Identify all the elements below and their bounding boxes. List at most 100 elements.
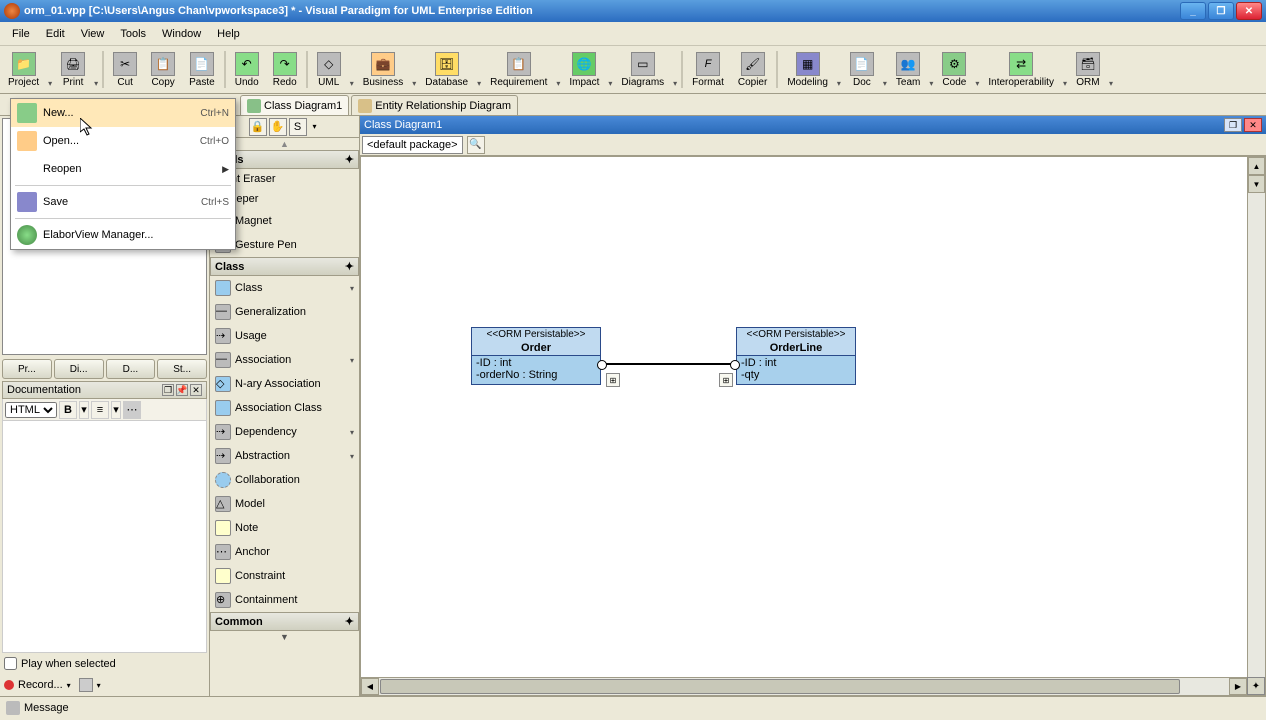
- menu-item-elaborview[interactable]: ElaborView Manager...: [11, 221, 235, 249]
- palette-anchor[interactable]: ⋯Anchor: [210, 540, 359, 564]
- menu-view[interactable]: View: [73, 25, 113, 43]
- toolbar-code[interactable]: ⚙Code: [935, 47, 973, 92]
- diagram-canvas[interactable]: <<ORM Persistable>> Order -ID : int -ord…: [360, 156, 1266, 696]
- canvas-scrollbar-horizontal[interactable]: ◀ ▶: [361, 677, 1247, 695]
- scroll-left-icon[interactable]: ◀: [361, 678, 379, 695]
- minimize-button[interactable]: _: [1180, 2, 1206, 20]
- palette-lock-icon[interactable]: 🔒: [249, 118, 267, 136]
- documentation-editor[interactable]: [2, 421, 207, 653]
- palette-association[interactable]: —Association▾: [210, 348, 359, 372]
- toolbar-interoperability[interactable]: ⇄Interoperability: [981, 47, 1061, 92]
- palette-model[interactable]: △Model: [210, 492, 359, 516]
- menu-window[interactable]: Window: [154, 25, 209, 43]
- association-line[interactable]: [601, 363, 736, 365]
- palette-hand-icon[interactable]: ✋: [269, 118, 287, 136]
- toolbar-business[interactable]: 💼Business: [356, 47, 411, 92]
- bold-dropdown[interactable]: ▾: [79, 401, 89, 419]
- toolbar-modeling[interactable]: ▦Modeling: [780, 47, 835, 92]
- toolbar-team[interactable]: 👥Team: [889, 47, 927, 92]
- menu-tools[interactable]: Tools: [112, 25, 154, 43]
- menu-item-save[interactable]: Save Ctrl+S: [11, 188, 235, 216]
- doc-close-icon[interactable]: ✕: [190, 384, 202, 396]
- palette-collaboration[interactable]: Collaboration: [210, 468, 359, 492]
- palette-abstraction[interactable]: ⇢Abstraction▾: [210, 444, 359, 468]
- palette-s-dropdown[interactable]: ▾: [308, 122, 322, 131]
- canvas-search-icon[interactable]: 🔍: [467, 136, 485, 154]
- menu-help[interactable]: Help: [209, 25, 248, 43]
- palette-note[interactable]: Note: [210, 516, 359, 540]
- toolbar-paste[interactable]: 📄Paste: [182, 47, 222, 92]
- menu-item-reopen[interactable]: Reopen ▶: [11, 155, 235, 183]
- palette-group-class[interactable]: Class✦: [210, 257, 359, 276]
- toolbar-uml[interactable]: ◇UML: [310, 47, 348, 92]
- package-selector[interactable]: <default package>: [362, 136, 463, 154]
- record-options-dropdown[interactable]: ▾: [97, 681, 101, 690]
- uml-class-order[interactable]: <<ORM Persistable>> Order -ID : int -ord…: [471, 327, 601, 385]
- toolbar-database[interactable]: 🗄Database: [418, 47, 475, 92]
- palette-s-icon[interactable]: S: [289, 118, 307, 136]
- menu-item-new[interactable]: New... Ctrl+N: [11, 99, 235, 127]
- scroll-down-icon[interactable]: ▼: [1248, 175, 1265, 193]
- palette-group-common[interactable]: Common✦: [210, 612, 359, 631]
- record-options-icon[interactable]: [79, 678, 93, 692]
- uml-class-orderline[interactable]: <<ORM Persistable>> OrderLine -ID : int …: [736, 327, 856, 385]
- doc-pin-icon[interactable]: 📌: [176, 384, 188, 396]
- canvas-close-icon[interactable]: ✕: [1244, 118, 1262, 132]
- scroll-right-icon[interactable]: ▶: [1229, 678, 1247, 695]
- tab-er-diagram[interactable]: Entity Relationship Diagram: [351, 95, 518, 115]
- tab-pr[interactable]: Pr...: [2, 359, 52, 379]
- toolbar-orm[interactable]: 🗃ORM: [1069, 47, 1107, 92]
- palette-association-class[interactable]: Association Class: [210, 396, 359, 420]
- palette-scroll-down[interactable]: ▼: [210, 631, 359, 643]
- align-dropdown[interactable]: ▾: [111, 401, 121, 419]
- toolbar-cut[interactable]: ✂Cut: [106, 47, 144, 92]
- bold-button[interactable]: B: [59, 401, 77, 419]
- canvas-scrollbar-vertical[interactable]: ▲ ▼: [1247, 157, 1265, 677]
- toolbar-copier[interactable]: 🖌Copier: [731, 47, 774, 92]
- scroll-up-icon[interactable]: ▲: [1248, 157, 1265, 175]
- tab-di[interactable]: Di...: [54, 359, 104, 379]
- association-role-left[interactable]: ⊞: [606, 373, 620, 387]
- palette-constraint[interactable]: Constraint: [210, 564, 359, 588]
- menu-item-open[interactable]: Open... Ctrl+O: [11, 127, 235, 155]
- canvas-resize-grip[interactable]: ✦: [1247, 677, 1265, 695]
- toolbar-project[interactable]: 📁Project: [1, 47, 46, 92]
- canvas-restore-icon[interactable]: ❐: [1224, 118, 1242, 132]
- record-label[interactable]: Record...: [18, 679, 63, 691]
- menu-file[interactable]: File: [4, 25, 38, 43]
- doc-more-button[interactable]: ⋯: [123, 401, 141, 419]
- palette-class[interactable]: Class▾: [210, 276, 359, 300]
- close-button[interactable]: ✕: [1236, 2, 1262, 20]
- palette-containment[interactable]: ⊕Containment: [210, 588, 359, 612]
- doc-format-select[interactable]: HTML: [5, 402, 57, 418]
- play-checkbox[interactable]: [4, 657, 17, 670]
- palette-nary-association[interactable]: ◇N-ary Association: [210, 372, 359, 396]
- tab-st[interactable]: St...: [157, 359, 207, 379]
- expand-icon: ✦: [345, 260, 354, 273]
- palette-dependency[interactable]: ⇢Dependency▾: [210, 420, 359, 444]
- status-message[interactable]: Message: [24, 702, 69, 714]
- association-role-right[interactable]: ⊞: [719, 373, 733, 387]
- toolbar-undo[interactable]: ↶Undo: [228, 47, 266, 92]
- palette-usage[interactable]: ⇢Usage: [210, 324, 359, 348]
- toolbar-doc[interactable]: 📄Doc: [843, 47, 881, 92]
- toolbar-project-dropdown[interactable]: ▾: [46, 47, 54, 92]
- toolbar-diagrams[interactable]: ▭Diagrams: [614, 47, 671, 92]
- align-button[interactable]: ≡: [91, 401, 109, 419]
- maximize-button[interactable]: ❐: [1208, 2, 1234, 20]
- scroll-thumb[interactable]: [380, 679, 1180, 694]
- toolbar-copy[interactable]: 📋Copy: [144, 47, 182, 92]
- record-dropdown[interactable]: ▾: [67, 681, 71, 690]
- palette-generalization[interactable]: —Generalization: [210, 300, 359, 324]
- toolbar-print[interactable]: 🖨Print: [54, 47, 92, 92]
- toolbar-requirement[interactable]: 📋Requirement: [483, 47, 554, 92]
- toolbar-print-dropdown[interactable]: ▾: [92, 47, 100, 92]
- collaboration-icon: [215, 472, 231, 488]
- toolbar-redo[interactable]: ↷Redo: [266, 47, 304, 92]
- toolbar-format[interactable]: FFormat: [685, 47, 731, 92]
- tab-class-diagram[interactable]: Class Diagram1: [240, 95, 349, 115]
- toolbar-impact[interactable]: 🌐Impact: [562, 47, 606, 92]
- menu-edit[interactable]: Edit: [38, 25, 73, 43]
- tab-d[interactable]: D...: [106, 359, 156, 379]
- doc-restore-icon[interactable]: ❐: [162, 384, 174, 396]
